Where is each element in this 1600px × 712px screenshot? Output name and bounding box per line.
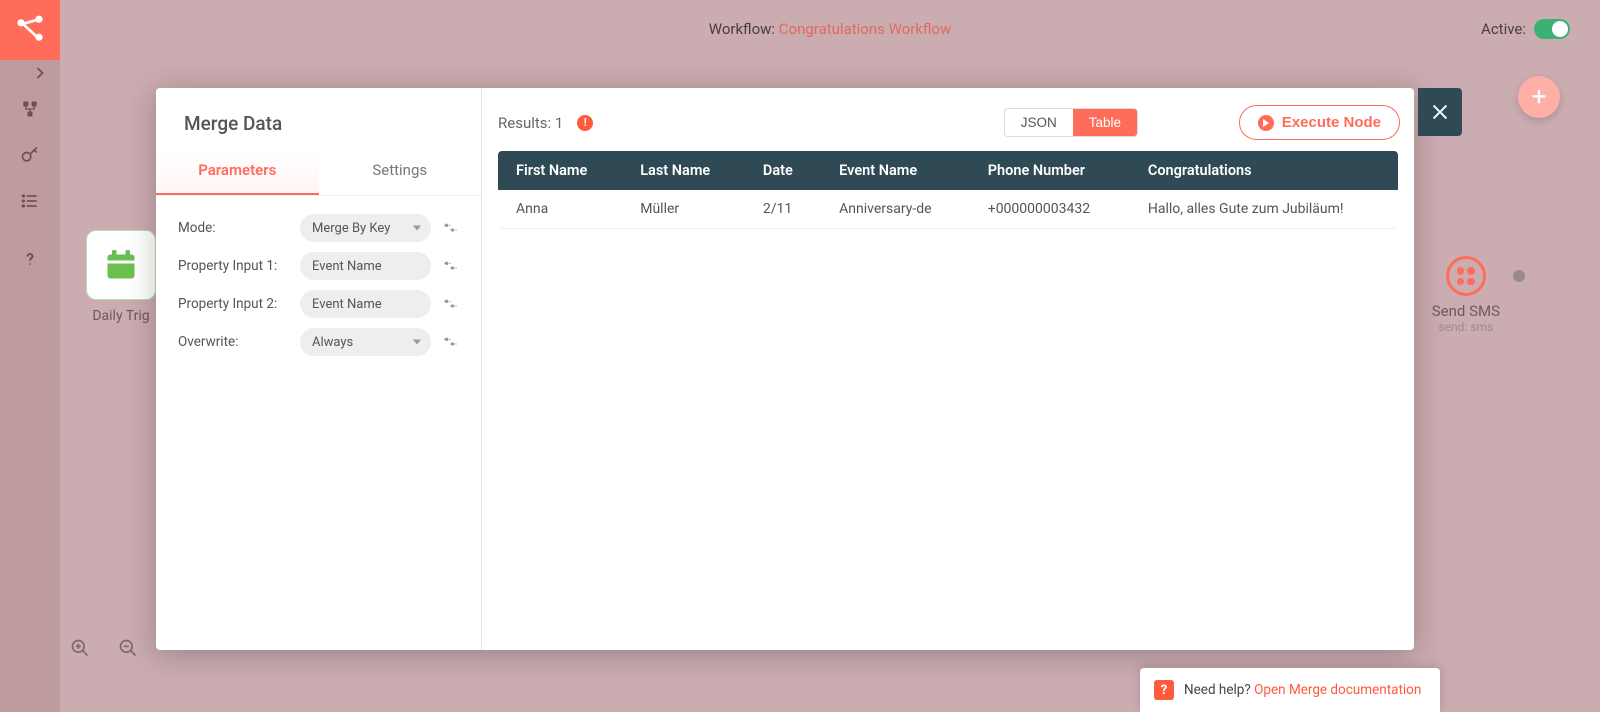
results-warning-icon[interactable]: ! — [577, 115, 593, 131]
parameters-form: Mode: Merge By Key Property Input 1: Eve… — [156, 196, 481, 374]
th-event-name: Event Name — [821, 151, 970, 190]
workflow-title-prefix: Workflow: — [709, 20, 779, 38]
param-input2-field[interactable]: Event Name — [300, 290, 431, 318]
table-header-row: First Name Last Name Date Event Name Pho… — [498, 151, 1398, 190]
cell-date: 2/11 — [745, 190, 821, 229]
modal-tabs: Parameters Settings — [156, 149, 481, 196]
param-label-input1: Property Input 1: — [178, 258, 290, 274]
param-label-overwrite: Overwrite: — [178, 334, 290, 350]
modal-right-panel: Results: 1 ! JSON Table Execute Node Fir… — [482, 88, 1414, 650]
app-logo[interactable] — [0, 0, 60, 60]
th-last-name: Last Name — [622, 151, 745, 190]
zoom-in-button[interactable] — [70, 638, 90, 662]
add-node-button[interactable]: + — [1518, 76, 1560, 118]
workflow-title: Workflow: Congratulations Workflow — [709, 20, 952, 38]
param-mode-select[interactable]: Merge By Key — [300, 214, 431, 242]
th-date: Date — [745, 151, 821, 190]
zoom-out-button[interactable] — [118, 638, 138, 662]
results-count: Results: 1 — [498, 114, 563, 132]
cell-congrats: Hallo, alles Gute zum Jubiläum! — [1130, 190, 1398, 229]
close-modal-button[interactable] — [1418, 88, 1462, 136]
th-phone: Phone Number — [970, 151, 1130, 190]
th-first-name: First Name — [498, 151, 622, 190]
cell-first-name: Anna — [498, 190, 622, 229]
param-input1-options-icon[interactable] — [441, 257, 459, 275]
view-json-button[interactable]: JSON — [1005, 109, 1073, 136]
sidebar-item-workflows[interactable] — [0, 86, 60, 132]
tab-parameters[interactable]: Parameters — [156, 149, 319, 195]
view-toggle: JSON Table — [1004, 108, 1138, 137]
node-label: Daily Trig — [92, 308, 149, 324]
results-table-wrapper: First Name Last Name Date Event Name Pho… — [498, 151, 1398, 229]
active-toggle[interactable] — [1534, 19, 1570, 39]
param-input2-options-icon[interactable] — [441, 295, 459, 313]
th-congrats: Congratulations — [1130, 151, 1398, 190]
sidebar-item-help[interactable] — [0, 236, 60, 282]
left-sidebar — [0, 0, 60, 712]
sidebar-item-executions[interactable] — [0, 178, 60, 224]
zoom-controls — [70, 638, 138, 662]
node-daily-trigger[interactable]: Daily Trig — [86, 230, 156, 324]
node-label: Send SMS — [1432, 302, 1500, 320]
sidebar-item-credentials[interactable] — [0, 132, 60, 178]
workflow-name[interactable]: Congratulations Workflow — [779, 20, 951, 38]
param-label-mode: Mode: — [178, 220, 290, 236]
help-doc-link[interactable]: Open Merge documentation — [1254, 682, 1421, 698]
param-input1-field[interactable]: Event Name — [300, 252, 431, 280]
param-overwrite-options-icon[interactable] — [441, 333, 459, 351]
modal-left-panel: Merge Data Parameters Settings Mode: Mer… — [156, 88, 482, 650]
param-label-input2: Property Input 2: — [178, 296, 290, 312]
top-bar: Workflow: Congratulations Workflow Activ… — [60, 0, 1600, 58]
cell-event-name: Anniversary-de — [821, 190, 970, 229]
results-table: First Name Last Name Date Event Name Pho… — [498, 151, 1398, 229]
param-overwrite-select[interactable]: Always — [300, 328, 431, 356]
table-row[interactable]: Anna Müller 2/11 Anniversary-de +0000000… — [498, 190, 1398, 229]
modal-title: Merge Data — [156, 88, 481, 149]
node-output-port[interactable] — [1513, 270, 1525, 282]
help-prompt: Need help? — [1184, 682, 1254, 698]
help-popup: ? Need help? Open Merge documentation — [1140, 668, 1440, 712]
cell-last-name: Müller — [622, 190, 745, 229]
play-icon — [1258, 115, 1274, 131]
node-editor-modal: Merge Data Parameters Settings Mode: Mer… — [156, 88, 1414, 650]
help-icon: ? — [1154, 680, 1174, 700]
node-send-sms[interactable]: Send SMS send: sms — [1432, 256, 1500, 334]
tab-settings[interactable]: Settings — [319, 149, 482, 195]
cell-phone: +000000003432 — [970, 190, 1130, 229]
node-sublabel: send: sms — [1439, 320, 1494, 334]
param-mode-options-icon[interactable] — [441, 219, 459, 237]
active-label: Active: — [1481, 20, 1526, 38]
sidebar-expand-button[interactable] — [0, 60, 60, 86]
view-table-button[interactable]: Table — [1073, 109, 1137, 136]
execute-node-button[interactable]: Execute Node — [1239, 105, 1400, 140]
